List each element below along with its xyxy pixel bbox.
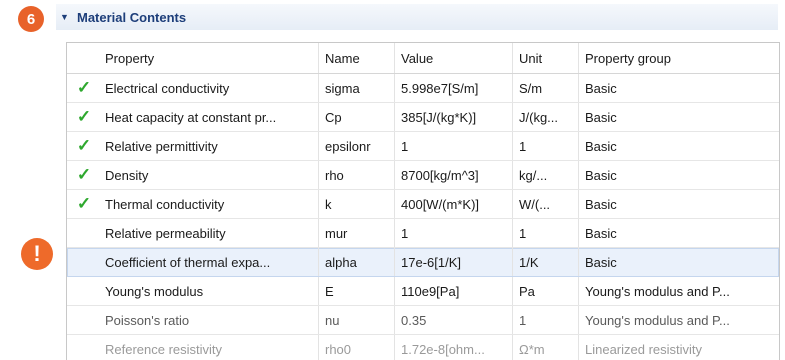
header-check-column [67,43,101,73]
row-name: E [319,277,395,305]
check-icon: ✓ [76,78,92,97]
check-icon: ✓ [76,107,92,126]
row-property-group: Linearized resistivity [585,341,703,357]
row-property: Relative permeability [101,219,319,247]
row-value[interactable]: 1 [395,132,513,160]
table-header-row: Property Name Value Unit Property group [67,43,779,74]
row-value[interactable]: 17e-6[1/K] [395,248,513,276]
row-value[interactable]: 400[W/(m*K)] [395,190,513,218]
table-row[interactable]: ✓ Thermal conductivity k 400[W/(m*K)] W/… [67,190,779,219]
row-property-group: Basic [585,196,617,212]
column-header-name[interactable]: Name [319,43,395,73]
row-value[interactable]: 1.72e-8[ohm... [395,335,513,360]
row-unit: 1 [513,219,579,247]
material-properties-table: Property Name Value Unit Property group … [66,42,780,360]
row-property: Young's modulus [101,277,319,305]
row-name: Cp [319,103,395,131]
row-unit: Pa [513,277,579,305]
row-property: Relative permittivity [101,132,319,160]
section-title: Material Contents [77,9,187,25]
row-unit: Ω*m [513,335,579,360]
table-row[interactable]: Relative permeability mur 1 1 Basic [67,219,779,248]
row-name: rho [319,161,395,189]
check-icon: ✓ [76,136,92,155]
row-property: Density [101,161,319,189]
row-value[interactable]: 0.35 [395,306,513,334]
row-property: Thermal conductivity [101,190,319,218]
check-empty [67,277,101,305]
row-value[interactable]: 110e9[Pa] [395,277,513,305]
table-row[interactable]: ✓ Electrical conductivity sigma 5.998e7[… [67,74,779,103]
row-value[interactable]: 385[J/(kg*K)] [395,103,513,131]
table-row[interactable]: ✓ Heat capacity at constant pr... Cp 385… [67,103,779,132]
check-empty [67,248,101,276]
column-header-property[interactable]: Property [101,43,319,73]
row-name: rho0 [319,335,395,360]
row-name: sigma [319,74,395,102]
row-unit: 1/K [513,248,579,276]
row-unit: 1 [513,132,579,160]
table-row[interactable]: Reference resistivity rho0 1.72e-8[ohm..… [67,335,779,360]
check-empty [67,219,101,247]
row-value[interactable]: 1 [395,219,513,247]
row-property-group: Basic [585,254,617,270]
row-name: nu [319,306,395,334]
check-empty [67,306,101,334]
column-header-unit[interactable]: Unit [513,43,579,73]
warning-icon: ! [21,238,53,270]
column-header-value[interactable]: Value [395,43,513,73]
row-property-group: Basic [585,80,617,96]
row-property: Reference resistivity [101,335,319,360]
row-unit: W/(... [513,190,579,218]
row-property: Coefficient of thermal expa... [101,248,319,276]
row-property-group: Basic [585,225,617,241]
table-row-selected[interactable]: Coefficient of thermal expa... alpha 17e… [67,248,779,277]
row-property-group: Basic [585,167,617,183]
row-property: Poisson's ratio [101,306,319,334]
step-number-badge: 6 [18,6,44,32]
table-row[interactable]: Young's modulus E 110e9[Pa] Pa Young's m… [67,277,779,306]
row-property: Heat capacity at constant pr... [101,103,319,131]
row-unit: S/m [513,74,579,102]
row-name: k [319,190,395,218]
row-name: alpha [319,248,395,276]
check-icon: ✓ [76,165,92,184]
row-property: Electrical conductivity [101,74,319,102]
check-icon: ✓ [76,194,92,213]
row-name: mur [319,219,395,247]
table-row[interactable]: ✓ Density rho 8700[kg/m^3] kg/... Basic [67,161,779,190]
row-name: epsilonr [319,132,395,160]
row-property-group: Basic [585,138,617,154]
section-header-material-contents[interactable]: ▼ Material Contents [56,4,778,30]
row-property-group: Young's modulus and P... [585,312,730,328]
row-property-group: Young's modulus and P... [585,283,730,299]
row-value[interactable]: 8700[kg/m^3] [395,161,513,189]
check-empty [67,335,101,360]
row-unit: J/(kg... [513,103,579,131]
collapse-toggle-icon[interactable]: ▼ [60,12,69,22]
row-unit: kg/... [513,161,579,189]
row-value[interactable]: 5.998e7[S/m] [395,74,513,102]
table-row[interactable]: ✓ Relative permittivity epsilonr 1 1 Bas… [67,132,779,161]
row-property-group: Basic [585,109,617,125]
table-row[interactable]: Poisson's ratio nu 0.35 1 Young's modulu… [67,306,779,335]
column-header-property-group[interactable]: Property group [579,43,779,73]
row-unit: 1 [513,306,579,334]
